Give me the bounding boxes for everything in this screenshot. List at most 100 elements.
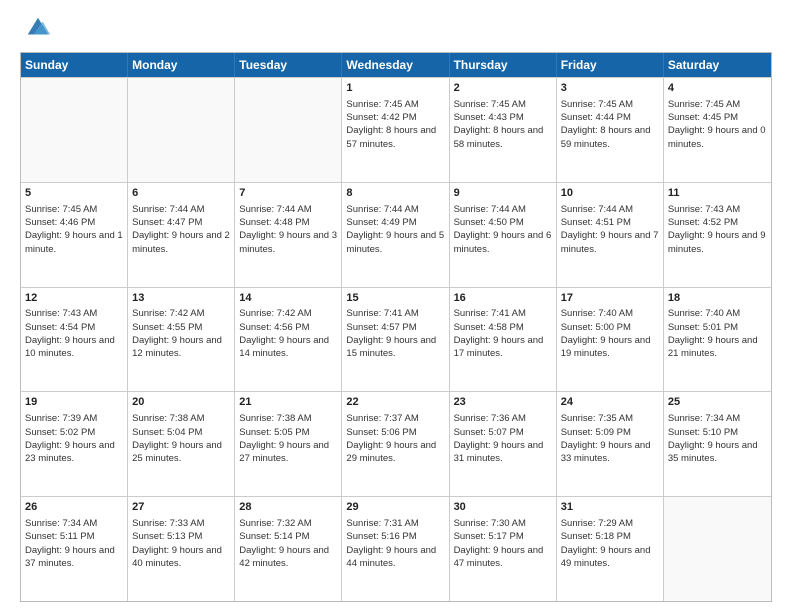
calendar-row: 26 Sunrise: 7:34 AM Sunset: 5:11 PM Dayli… bbox=[21, 496, 771, 601]
cell-date: 5 bbox=[25, 186, 123, 201]
calendar-cell bbox=[128, 78, 235, 182]
calendar-cell: 20 Sunrise: 7:38 AM Sunset: 5:04 PM Dayli… bbox=[128, 392, 235, 496]
cell-date: 23 bbox=[454, 395, 552, 410]
calendar-cell: 26 Sunrise: 7:34 AM Sunset: 5:11 PM Dayli… bbox=[21, 497, 128, 601]
calendar-cell bbox=[664, 497, 771, 601]
calendar-row: 5 Sunrise: 7:45 AM Sunset: 4:46 PM Daylig… bbox=[21, 182, 771, 287]
logo-icon bbox=[24, 14, 52, 42]
cell-info: Sunrise: 7:37 AM Sunset: 5:06 PM Dayligh… bbox=[346, 412, 444, 465]
cell-info: Sunrise: 7:44 AM Sunset: 4:47 PM Dayligh… bbox=[132, 203, 230, 256]
weekday-header: Saturday bbox=[664, 53, 771, 77]
weekday-header: Friday bbox=[557, 53, 664, 77]
cell-info: Sunrise: 7:36 AM Sunset: 5:07 PM Dayligh… bbox=[454, 412, 552, 465]
cell-date: 10 bbox=[561, 186, 659, 201]
calendar-cell bbox=[21, 78, 128, 182]
cell-info: Sunrise: 7:45 AM Sunset: 4:46 PM Dayligh… bbox=[25, 203, 123, 256]
cell-date: 15 bbox=[346, 291, 444, 306]
cell-date: 17 bbox=[561, 291, 659, 306]
cell-info: Sunrise: 7:44 AM Sunset: 4:50 PM Dayligh… bbox=[454, 203, 552, 256]
cell-info: Sunrise: 7:31 AM Sunset: 5:16 PM Dayligh… bbox=[346, 517, 444, 570]
calendar-cell: 19 Sunrise: 7:39 AM Sunset: 5:02 PM Dayli… bbox=[21, 392, 128, 496]
cell-info: Sunrise: 7:33 AM Sunset: 5:13 PM Dayligh… bbox=[132, 517, 230, 570]
calendar-cell bbox=[235, 78, 342, 182]
cell-info: Sunrise: 7:34 AM Sunset: 5:10 PM Dayligh… bbox=[668, 412, 767, 465]
calendar-cell: 10 Sunrise: 7:44 AM Sunset: 4:51 PM Dayli… bbox=[557, 183, 664, 287]
cell-info: Sunrise: 7:35 AM Sunset: 5:09 PM Dayligh… bbox=[561, 412, 659, 465]
cell-info: Sunrise: 7:39 AM Sunset: 5:02 PM Dayligh… bbox=[25, 412, 123, 465]
calendar-cell: 16Sunrise: 7:41 AM Sunset: 4:58 PM Dayli… bbox=[450, 288, 557, 392]
cell-info: Sunrise: 7:30 AM Sunset: 5:17 PM Dayligh… bbox=[454, 517, 552, 570]
cell-info: Sunrise: 7:45 AM Sunset: 4:45 PM Dayligh… bbox=[668, 98, 767, 151]
calendar-cell: 12Sunrise: 7:43 AM Sunset: 4:54 PM Dayli… bbox=[21, 288, 128, 392]
cell-info: Sunrise: 7:38 AM Sunset: 5:05 PM Dayligh… bbox=[239, 412, 337, 465]
cell-info: Sunrise: 7:29 AM Sunset: 5:18 PM Dayligh… bbox=[561, 517, 659, 570]
cell-info: Sunrise: 7:43 AM Sunset: 4:52 PM Dayligh… bbox=[668, 203, 767, 256]
calendar-body: 1Sunrise: 7:45 AM Sunset: 4:42 PM Daylig… bbox=[21, 77, 771, 601]
calendar-row: 1Sunrise: 7:45 AM Sunset: 4:42 PM Daylig… bbox=[21, 77, 771, 182]
calendar-cell: 18Sunrise: 7:40 AM Sunset: 5:01 PM Dayli… bbox=[664, 288, 771, 392]
cell-date: 22 bbox=[346, 395, 444, 410]
cell-date: 28 bbox=[239, 500, 337, 515]
cell-date: 25 bbox=[668, 395, 767, 410]
calendar-cell: 8 Sunrise: 7:44 AM Sunset: 4:49 PM Daylig… bbox=[342, 183, 449, 287]
cell-info: Sunrise: 7:41 AM Sunset: 4:58 PM Dayligh… bbox=[454, 307, 552, 360]
calendar-cell: 9 Sunrise: 7:44 AM Sunset: 4:50 PM Daylig… bbox=[450, 183, 557, 287]
cell-info: Sunrise: 7:45 AM Sunset: 4:42 PM Dayligh… bbox=[346, 98, 444, 151]
calendar-row: 19 Sunrise: 7:39 AM Sunset: 5:02 PM Dayli… bbox=[21, 391, 771, 496]
cell-info: Sunrise: 7:44 AM Sunset: 4:49 PM Dayligh… bbox=[346, 203, 444, 256]
cell-info: Sunrise: 7:44 AM Sunset: 4:51 PM Dayligh… bbox=[561, 203, 659, 256]
cell-date: 11 bbox=[668, 186, 767, 201]
calendar-header-row: SundayMondayTuesdayWednesdayThursdayFrid… bbox=[21, 53, 771, 77]
cell-date: 7 bbox=[239, 186, 337, 201]
calendar-cell: 17Sunrise: 7:40 AM Sunset: 5:00 PM Dayli… bbox=[557, 288, 664, 392]
cell-info: Sunrise: 7:38 AM Sunset: 5:04 PM Dayligh… bbox=[132, 412, 230, 465]
cell-date: 19 bbox=[25, 395, 123, 410]
cell-date: 2 bbox=[454, 81, 552, 96]
weekday-header: Sunday bbox=[21, 53, 128, 77]
logo bbox=[20, 18, 52, 42]
calendar-cell: 24Sunrise: 7:35 AM Sunset: 5:09 PM Dayli… bbox=[557, 392, 664, 496]
calendar-cell: 28 Sunrise: 7:32 AM Sunset: 5:14 PM Dayli… bbox=[235, 497, 342, 601]
cell-date: 21 bbox=[239, 395, 337, 410]
weekday-header: Thursday bbox=[450, 53, 557, 77]
cell-date: 9 bbox=[454, 186, 552, 201]
calendar: SundayMondayTuesdayWednesdayThursdayFrid… bbox=[20, 52, 772, 602]
cell-date: 8 bbox=[346, 186, 444, 201]
cell-date: 4 bbox=[668, 81, 767, 96]
cell-date: 13 bbox=[132, 291, 230, 306]
calendar-cell: 15Sunrise: 7:41 AM Sunset: 4:57 PM Dayli… bbox=[342, 288, 449, 392]
cell-info: Sunrise: 7:45 AM Sunset: 4:43 PM Dayligh… bbox=[454, 98, 552, 151]
cell-date: 27 bbox=[132, 500, 230, 515]
cell-info: Sunrise: 7:32 AM Sunset: 5:14 PM Dayligh… bbox=[239, 517, 337, 570]
cell-date: 16 bbox=[454, 291, 552, 306]
calendar-cell: 14Sunrise: 7:42 AM Sunset: 4:56 PM Dayli… bbox=[235, 288, 342, 392]
calendar-cell: 2 Sunrise: 7:45 AM Sunset: 4:43 PM Daylig… bbox=[450, 78, 557, 182]
cell-date: 3 bbox=[561, 81, 659, 96]
calendar-cell: 21 Sunrise: 7:38 AM Sunset: 5:05 PM Dayli… bbox=[235, 392, 342, 496]
calendar-cell: 11 Sunrise: 7:43 AM Sunset: 4:52 PM Dayli… bbox=[664, 183, 771, 287]
calendar-cell: 29 Sunrise: 7:31 AM Sunset: 5:16 PM Dayli… bbox=[342, 497, 449, 601]
calendar-cell: 23 Sunrise: 7:36 AM Sunset: 5:07 PM Dayli… bbox=[450, 392, 557, 496]
cell-date: 31 bbox=[561, 500, 659, 515]
calendar-cell: 1Sunrise: 7:45 AM Sunset: 4:42 PM Daylig… bbox=[342, 78, 449, 182]
calendar-cell: 22 Sunrise: 7:37 AM Sunset: 5:06 PM Dayli… bbox=[342, 392, 449, 496]
cell-date: 26 bbox=[25, 500, 123, 515]
calendar-cell: 4 Sunrise: 7:45 AM Sunset: 4:45 PM Daylig… bbox=[664, 78, 771, 182]
calendar-cell: 5 Sunrise: 7:45 AM Sunset: 4:46 PM Daylig… bbox=[21, 183, 128, 287]
cell-info: Sunrise: 7:42 AM Sunset: 4:56 PM Dayligh… bbox=[239, 307, 337, 360]
cell-info: Sunrise: 7:40 AM Sunset: 5:00 PM Dayligh… bbox=[561, 307, 659, 360]
cell-date: 18 bbox=[668, 291, 767, 306]
cell-info: Sunrise: 7:45 AM Sunset: 4:44 PM Dayligh… bbox=[561, 98, 659, 151]
cell-date: 20 bbox=[132, 395, 230, 410]
calendar-cell: 30Sunrise: 7:30 AM Sunset: 5:17 PM Dayli… bbox=[450, 497, 557, 601]
cell-date: 12 bbox=[25, 291, 123, 306]
calendar-cell: 6Sunrise: 7:44 AM Sunset: 4:47 PM Daylig… bbox=[128, 183, 235, 287]
cell-info: Sunrise: 7:34 AM Sunset: 5:11 PM Dayligh… bbox=[25, 517, 123, 570]
calendar-cell: 3 Sunrise: 7:45 AM Sunset: 4:44 PM Daylig… bbox=[557, 78, 664, 182]
weekday-header: Tuesday bbox=[235, 53, 342, 77]
cell-info: Sunrise: 7:40 AM Sunset: 5:01 PM Dayligh… bbox=[668, 307, 767, 360]
cell-info: Sunrise: 7:41 AM Sunset: 4:57 PM Dayligh… bbox=[346, 307, 444, 360]
weekday-header: Monday bbox=[128, 53, 235, 77]
cell-date: 29 bbox=[346, 500, 444, 515]
cell-info: Sunrise: 7:43 AM Sunset: 4:54 PM Dayligh… bbox=[25, 307, 123, 360]
